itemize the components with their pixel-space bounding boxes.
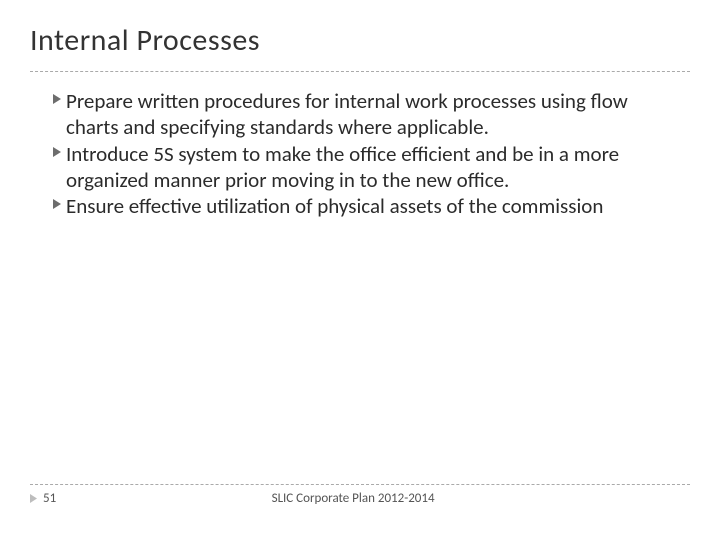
triangle-bullet-icon [48,94,66,104]
triangle-bullet-icon [48,199,66,209]
footer-divider [30,484,690,485]
bullet-list: Prepare written procedures for internal … [30,88,690,219]
footer-row: 51 SLIC Corporate Plan 2012-2014 [30,491,690,506]
bullet-text: Ensure effective utilization of physical… [66,193,603,219]
footer-text: SLIC Corporate Plan 2012-2014 [16,491,690,506]
list-item: Ensure effective utilization of physical… [48,193,680,219]
slide-footer: 51 SLIC Corporate Plan 2012-2014 [30,484,690,506]
slide-title: Internal Processes [30,22,690,59]
list-item: Prepare written procedures for internal … [48,88,680,141]
bullet-text: Introduce 5S system to make the office e… [66,141,680,194]
triangle-bullet-icon [48,147,66,157]
list-item: Introduce 5S system to make the office e… [48,141,680,194]
slide: Internal Processes Prepare written proce… [0,0,720,540]
title-divider [30,71,690,72]
bullet-text: Prepare written procedures for internal … [66,88,680,141]
